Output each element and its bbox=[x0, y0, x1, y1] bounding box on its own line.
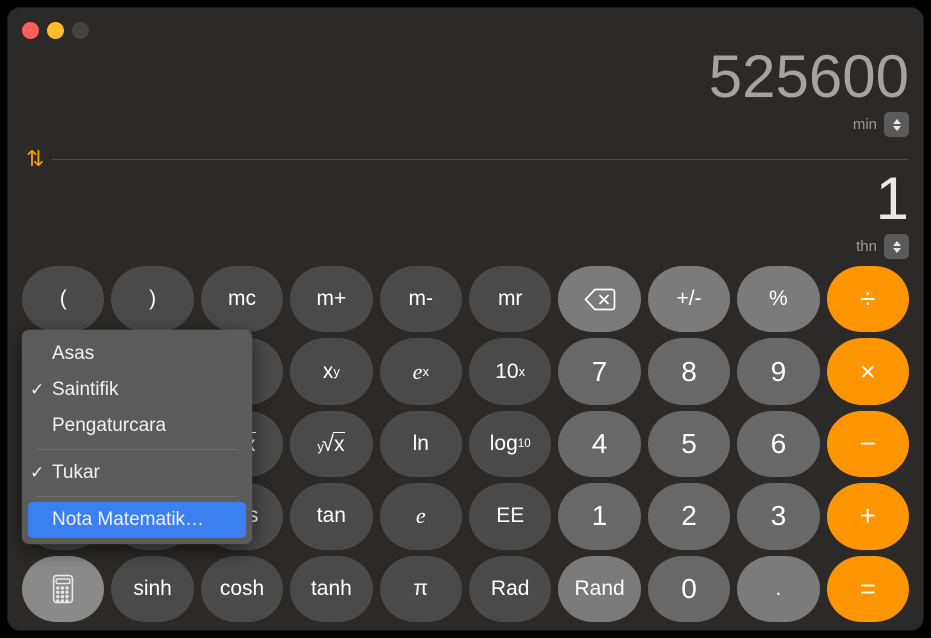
unit-label-bottom: thn bbox=[856, 238, 877, 255]
key-decimal-point[interactable]: . bbox=[737, 555, 820, 622]
key-digit-0[interactable]: 0 bbox=[647, 555, 731, 622]
backspace-icon bbox=[584, 288, 615, 311]
menu-item-label: Asas bbox=[52, 343, 95, 364]
key-sign-toggle[interactable]: +/- bbox=[647, 266, 731, 333]
key-digit-1[interactable]: 1 bbox=[558, 483, 641, 550]
key-hyperbolic-tangent[interactable]: tanh bbox=[290, 555, 373, 622]
key-add[interactable]: + bbox=[826, 483, 909, 550]
menu-item-pengaturcara[interactable]: Pengaturcara bbox=[22, 408, 252, 444]
key-natural-log[interactable]: ln bbox=[379, 410, 462, 478]
key-digit-4[interactable]: 4 bbox=[558, 410, 641, 478]
display-divider bbox=[52, 158, 909, 160]
menu-item-nota-matematik[interactable]: Nota Matematik… bbox=[28, 502, 246, 538]
key-y-root-of-x[interactable]: y √ x bbox=[290, 410, 373, 478]
key-digit-2[interactable]: 2 bbox=[647, 483, 731, 550]
key-tangent[interactable]: tan bbox=[290, 483, 373, 550]
unit-stepper-bottom[interactable] bbox=[884, 234, 909, 259]
key-digit-9[interactable]: 9 bbox=[737, 338, 820, 405]
key-digit-3[interactable]: 3 bbox=[737, 483, 820, 550]
menu-item-asas[interactable]: Asas bbox=[22, 336, 252, 372]
key-digit-8[interactable]: 8 bbox=[647, 338, 731, 405]
key-subtract[interactable]: − bbox=[826, 410, 909, 478]
menu-item-label: Saintifik bbox=[52, 379, 119, 400]
key-digit-7[interactable]: 7 bbox=[558, 338, 641, 405]
key-delete[interactable] bbox=[558, 266, 641, 333]
display-value-top: 525600 bbox=[708, 43, 909, 110]
menu-separator bbox=[36, 496, 238, 497]
key-memory-subtract[interactable]: m- bbox=[379, 266, 462, 333]
calculator-window: 525600 min ⇅ 1 thn () mc m+ m- mr +/- % … bbox=[8, 8, 923, 630]
menu-item-label: Pengaturcara bbox=[52, 415, 167, 436]
key-hyperbolic-cosine[interactable]: cosh bbox=[200, 555, 284, 622]
key-memory-recall[interactable]: mr bbox=[469, 266, 552, 333]
display-value-bottom: 1 bbox=[875, 165, 909, 232]
unit-label-top: min bbox=[852, 116, 877, 133]
key-digit-5[interactable]: 5 bbox=[647, 410, 731, 478]
key-equals[interactable]: = bbox=[826, 555, 909, 622]
menu-item-label: Tukar bbox=[52, 462, 100, 483]
key-log-base-10[interactable]: log 10 bbox=[469, 410, 552, 478]
key-euler-number[interactable]: e bbox=[379, 483, 462, 550]
check-icon: ✓ bbox=[30, 380, 45, 399]
display-area: 525600 min ⇅ 1 thn bbox=[8, 8, 923, 259]
key-calculator-mode[interactable] bbox=[22, 555, 105, 622]
calculator-icon bbox=[52, 574, 74, 603]
key-ten-power-x[interactable]: 10 x bbox=[469, 338, 552, 405]
chevron-up-icon bbox=[892, 240, 901, 246]
chevron-down-icon bbox=[892, 125, 901, 131]
menu-separator bbox=[36, 449, 238, 450]
key-divide[interactable]: ÷ bbox=[826, 266, 909, 333]
swap-row: ⇅ bbox=[26, 148, 909, 170]
key-exponent-entry[interactable]: EE bbox=[469, 483, 552, 550]
menu-item-label: Nota Matematik… bbox=[52, 509, 205, 530]
unit-selector-top[interactable]: min bbox=[709, 112, 909, 137]
conversion-to-row: 1 thn bbox=[856, 168, 909, 259]
check-icon: ✓ bbox=[30, 463, 45, 482]
key-digit-6[interactable]: 6 bbox=[737, 410, 820, 478]
key-memory-add[interactable]: m+ bbox=[290, 266, 373, 333]
key-e-power-x[interactable]: ex bbox=[379, 338, 462, 405]
key-pi[interactable]: π bbox=[379, 555, 462, 622]
key-open-paren[interactable]: ( bbox=[22, 266, 105, 333]
unit-stepper-top[interactable] bbox=[884, 112, 909, 137]
key-x-power-y[interactable]: xy bbox=[290, 338, 373, 405]
key-multiply[interactable]: × bbox=[826, 338, 909, 405]
menu-item-saintifik[interactable]: ✓ Saintifik bbox=[22, 372, 252, 408]
menu-item-tukar[interactable]: ✓ Tukar bbox=[22, 455, 252, 491]
key-close-paren[interactable]: ) bbox=[111, 266, 194, 333]
conversion-from-row: 525600 min bbox=[709, 46, 909, 137]
chevron-up-icon bbox=[892, 118, 901, 124]
unit-selector-bottom[interactable]: thn bbox=[856, 234, 909, 259]
chevron-down-icon bbox=[892, 247, 901, 253]
key-memory-clear[interactable]: mc bbox=[200, 266, 284, 333]
swap-vertical-icon[interactable]: ⇅ bbox=[26, 148, 44, 170]
key-radians-toggle[interactable]: Rad bbox=[469, 555, 552, 622]
key-percent[interactable]: % bbox=[737, 266, 820, 333]
key-random[interactable]: Rand bbox=[558, 555, 641, 622]
view-mode-menu[interactable]: Asas ✓ Saintifik Pengaturcara ✓ Tukar Nota Mat… bbox=[22, 330, 252, 544]
key-hyperbolic-sine[interactable]: sinh bbox=[111, 555, 194, 622]
